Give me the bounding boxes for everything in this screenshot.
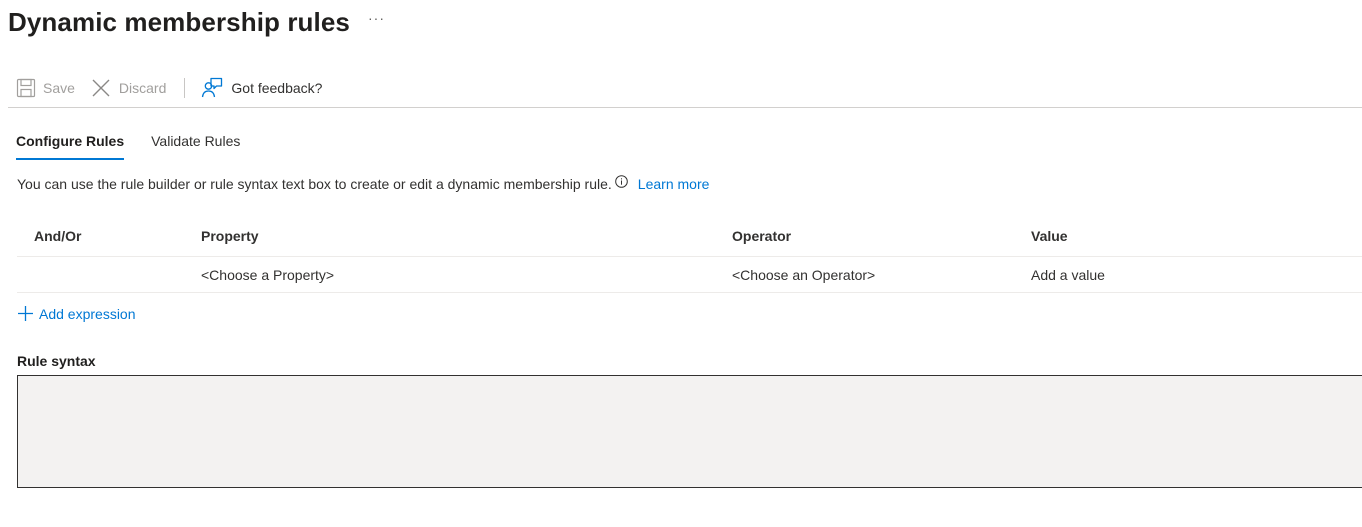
toolbar-divider <box>184 78 186 98</box>
discard-button[interactable]: Discard <box>91 78 166 98</box>
page-header: Dynamic membership rules <box>8 4 350 40</box>
discard-label: Discard <box>118 80 167 96</box>
rule-syntax-label: Rule syntax <box>17 353 96 369</box>
property-dropdown[interactable]: <Choose a Property> <box>201 257 334 292</box>
description: You can use the rule builder or rule syn… <box>17 174 710 192</box>
feedback-label: Got feedback? <box>231 80 323 96</box>
column-header-and-or: And/Or <box>34 228 82 244</box>
add-expression-label: Add expression <box>39 305 136 322</box>
operator-dropdown[interactable]: <Choose an Operator> <box>732 257 875 292</box>
command-bar: Save Discard Got feedback? <box>16 76 322 100</box>
save-button[interactable]: Save <box>16 78 75 98</box>
rule-syntax-textbox[interactable] <box>17 375 1362 488</box>
grid-header: And/Or Property Operator Value <box>17 222 1362 257</box>
save-icon <box>16 78 36 98</box>
feedback-button[interactable]: Got feedback? <box>201 77 322 99</box>
toolbar-divider-line <box>8 107 1362 108</box>
column-header-value: Value <box>1031 228 1068 244</box>
add-expression-button[interactable]: Add expression <box>17 305 136 322</box>
table-row: <Choose a Property> <Choose an Operator>… <box>17 257 1362 293</box>
rule-builder-grid: And/Or Property Operator Value <Choose a… <box>17 222 1362 293</box>
close-icon <box>92 79 110 97</box>
tab-configure-rules[interactable]: Configure Rules <box>16 130 125 160</box>
plus-icon <box>18 306 33 321</box>
feedback-icon <box>202 77 223 98</box>
column-header-operator: Operator <box>732 228 792 244</box>
tab-bar: Configure Rules Validate Rules <box>16 130 267 160</box>
value-input[interactable]: Add a value <box>1031 257 1105 292</box>
save-label: Save <box>43 80 75 96</box>
column-header-property: Property <box>201 228 259 244</box>
page-title: Dynamic membership rules <box>8 6 350 37</box>
info-icon[interactable] <box>614 174 628 188</box>
learn-more-link[interactable]: Learn more <box>638 176 710 192</box>
description-text: You can use the rule builder or rule syn… <box>17 176 612 192</box>
tab-validate-rules[interactable]: Validate Rules <box>151 130 240 160</box>
more-options-button[interactable]: ··· <box>368 10 385 26</box>
